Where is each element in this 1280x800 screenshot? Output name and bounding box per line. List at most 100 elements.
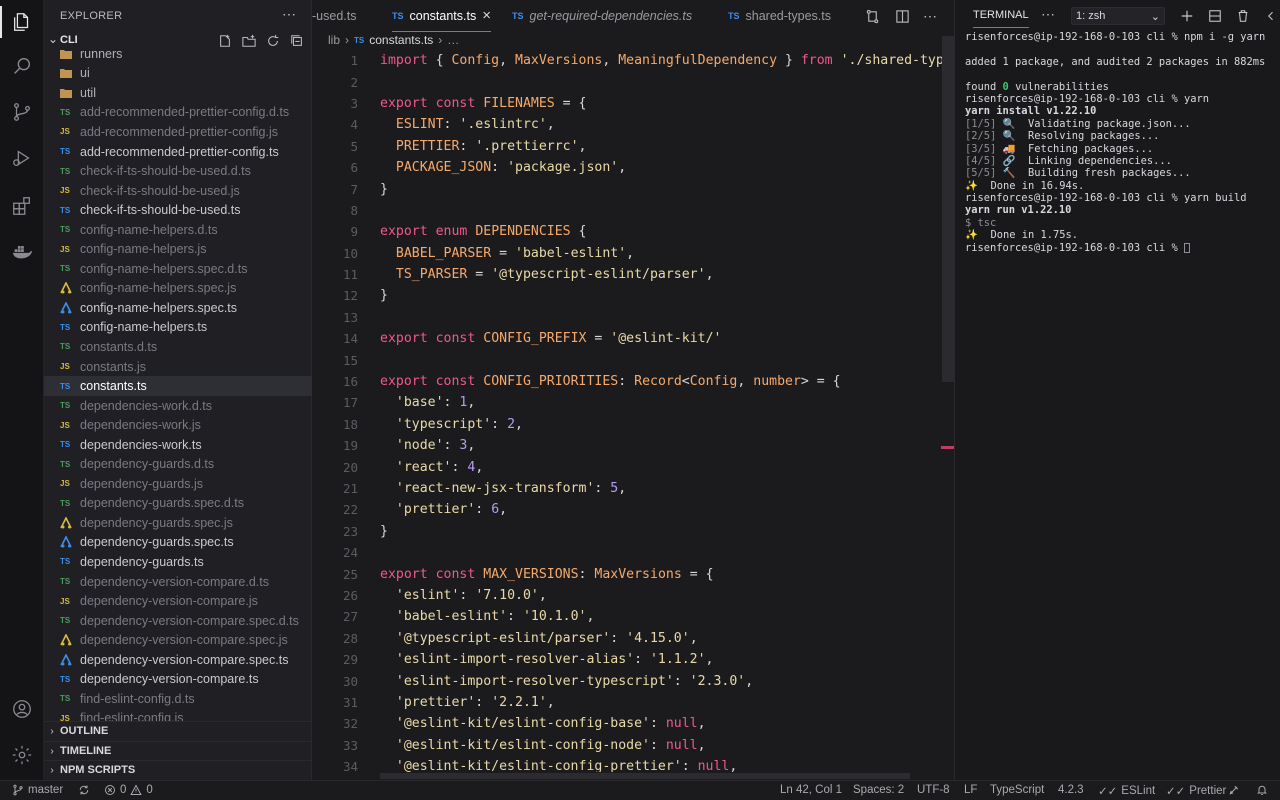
file-item[interactable]: TS check-if-ts-should-be-used.d.ts [44, 161, 312, 181]
explorer-title: EXPLORER [60, 10, 123, 22]
file-item[interactable]: TS config-name-helpers.spec.d.ts [44, 259, 312, 279]
file-item[interactable]: JS add-recommended-prettier-config.js [44, 122, 312, 142]
folder-item[interactable]: util [44, 83, 312, 103]
source-control-icon[interactable] [0, 90, 44, 134]
encoding[interactable]: UTF-8 [917, 784, 950, 796]
file-item[interactable]: TS config-name-helpers.ts [44, 318, 312, 338]
typescript-file-icon: TS [60, 225, 71, 235]
line-number: 27 [342, 609, 358, 625]
breadcrumb-root[interactable]: lib [328, 33, 340, 47]
chevron-right-icon: › [50, 745, 54, 757]
file-item[interactable]: TS dependencies-work.ts [44, 435, 312, 455]
folder-item[interactable]: runners [44, 44, 312, 64]
file-item[interactable]: JS check-if-ts-should-be-used.js [44, 181, 312, 201]
code-line: 18 'typescript': 2, [312, 414, 942, 435]
file-item[interactable]: TS find-eslint-config.d.ts [44, 689, 312, 709]
terminal-more-icon[interactable]: ⋯ [1041, 6, 1055, 23]
split-editor-icon[interactable] [892, 6, 912, 26]
search-icon[interactable] [0, 44, 44, 88]
cursor-position[interactable]: Ln 42, Col 1 [780, 784, 842, 796]
file-name: dependency-guards.ts [80, 554, 204, 569]
file-item[interactable]: TS add-recommended-prettier-config.d.ts [44, 103, 312, 123]
typescript-file-icon: TS [60, 616, 71, 626]
account-icon[interactable] [0, 687, 44, 731]
docker-icon[interactable] [0, 230, 44, 274]
file-item[interactable]: dependency-version-compare.spec.ts [44, 650, 312, 670]
file-name: check-if-ts-should-be-used.ts [80, 203, 241, 218]
file-item[interactable]: TS constants.ts [44, 376, 312, 396]
code-text: } [380, 181, 388, 197]
file-item[interactable]: TS dependency-version-compare.spec.d.ts [44, 611, 312, 631]
file-item[interactable]: JS config-name-helpers.js [44, 239, 312, 259]
chevron-left-icon[interactable] [1261, 6, 1280, 26]
folder-item[interactable]: ui [44, 64, 312, 84]
tab-used-ts[interactable]: -used.ts [312, 0, 356, 32]
feedback-icon[interactable] [1228, 784, 1240, 796]
tab-get-required-dependencies[interactable]: TS get-required-dependencies.ts [512, 0, 692, 32]
settings-gear-icon[interactable] [0, 733, 44, 777]
file-item[interactable]: TS config-name-helpers.d.ts [44, 220, 312, 240]
branch-indicator[interactable]: master [12, 784, 63, 796]
explorer-icon[interactable] [0, 0, 44, 44]
file-item[interactable]: TS check-if-ts-should-be-used.ts [44, 200, 312, 220]
code-editor[interactable]: 1 import { Config, MaxVersions, Meaningfu… [312, 50, 942, 772]
tab-shared-types[interactable]: TS shared-types.ts [728, 0, 831, 32]
file-item[interactable]: JS dependency-guards.js [44, 474, 312, 494]
explorer-more-icon[interactable]: ⋯ [282, 6, 296, 23]
editor-scrollbar[interactable] [942, 36, 954, 382]
breadcrumb-file[interactable]: constants.ts [369, 33, 433, 47]
terminal-tab[interactable]: TERMINAL [973, 9, 1029, 28]
file-item[interactable]: TS dependency-guards.d.ts [44, 454, 312, 474]
end-of-line[interactable]: LF [964, 784, 977, 796]
problems-indicator[interactable]: 0 0 [104, 784, 153, 796]
line-number: 1 [350, 53, 358, 69]
file-tree: runners ui util TS add-recommended-prettier-… [44, 44, 312, 722]
file-item[interactable]: JS find-eslint-config.js [44, 709, 312, 722]
file-item[interactable]: TS dependency-guards.spec.d.ts [44, 494, 312, 514]
file-item[interactable]: config-name-helpers.spec.ts [44, 298, 312, 318]
editor-more-icon[interactable]: ⋯ [920, 6, 940, 26]
breadcrumb-symbol[interactable]: … [447, 33, 459, 47]
terminal-output[interactable]: risenforces@ip-192-168-0-103 cli % npm i… [965, 31, 1277, 254]
sync-icon[interactable] [78, 784, 90, 796]
section-timeline[interactable]: › TIMELINE [44, 741, 312, 760]
editor-group: -used.ts TS constants.ts × TS get-requir… [312, 0, 954, 780]
eslint-status[interactable]: ✓✓ ESLint [1098, 784, 1155, 798]
file-item[interactable]: TS dependency-version-compare.d.ts [44, 572, 312, 592]
tab-constants-ts[interactable]: TS constants.ts × [392, 0, 491, 32]
trash-icon[interactable] [1233, 6, 1253, 26]
file-item[interactable]: TS dependencies-work.d.ts [44, 396, 312, 416]
bell-icon[interactable] [1256, 784, 1268, 796]
section-outline[interactable]: › OUTLINE [44, 721, 312, 740]
terminal-line: added 1 package, and audited 2 packages … [965, 55, 1266, 68]
shell-select[interactable]: 1: zsh ⌄ [1071, 7, 1165, 25]
split-terminal-icon[interactable] [1205, 6, 1225, 26]
extensions-icon[interactable] [0, 184, 44, 228]
file-item[interactable]: TS add-recommended-prettier-config.ts [44, 142, 312, 162]
file-item[interactable]: dependency-guards.spec.ts [44, 533, 312, 553]
close-icon[interactable]: × [482, 7, 491, 24]
section-npm-scripts[interactable]: › NPM SCRIPTS [44, 760, 312, 779]
file-item[interactable]: TS dependency-guards.ts [44, 552, 312, 572]
file-item[interactable]: JS dependencies-work.js [44, 415, 312, 435]
typescript-file-icon: TS [60, 264, 71, 274]
line-number: 9 [350, 224, 358, 240]
file-item[interactable]: JS dependency-version-compare.js [44, 591, 312, 611]
open-changes-icon[interactable] [862, 6, 882, 26]
run-debug-icon[interactable] [0, 136, 44, 180]
indentation[interactable]: Spaces: 2 [853, 784, 904, 796]
file-item[interactable]: config-name-helpers.spec.js [44, 279, 312, 299]
file-item[interactable]: dependency-version-compare.spec.js [44, 630, 312, 650]
file-item[interactable]: dependency-guards.spec.js [44, 513, 312, 533]
prettier-status[interactable]: ✓✓ Prettier [1166, 784, 1226, 798]
file-item[interactable]: TS dependency-version-compare.ts [44, 670, 312, 690]
typescript-version[interactable]: 4.2.3 [1058, 784, 1084, 796]
horizontal-scrollbar[interactable] [380, 773, 910, 779]
file-item[interactable]: TS constants.d.ts [44, 337, 312, 357]
code-line: 23} [312, 521, 942, 542]
line-number: 5 [350, 138, 358, 154]
file-item[interactable]: JS constants.js [44, 357, 312, 377]
line-number: 30 [342, 673, 358, 689]
new-terminal-icon[interactable] [1177, 6, 1197, 26]
language-mode[interactable]: TypeScript [990, 784, 1044, 796]
